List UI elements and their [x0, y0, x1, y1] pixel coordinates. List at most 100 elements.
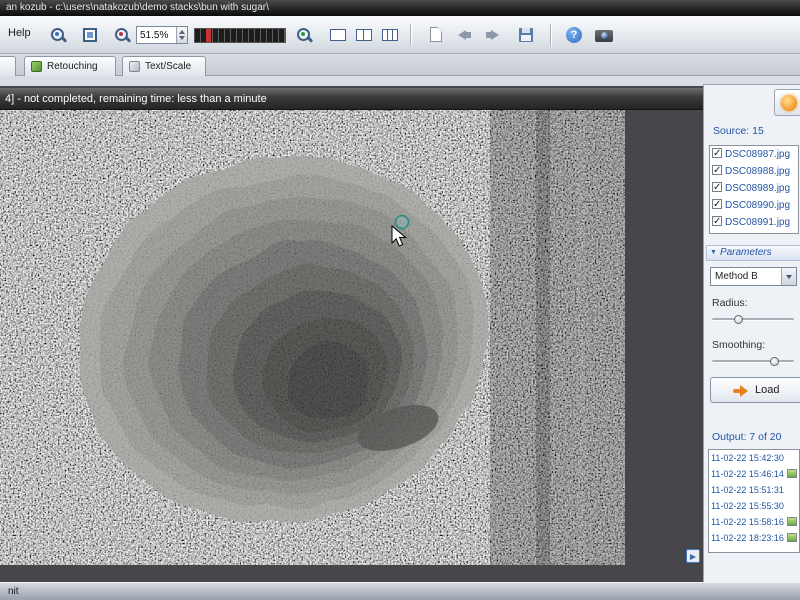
tab-text-scale[interactable]: Text/Scale: [122, 56, 206, 76]
method-value: Method B: [715, 271, 758, 282]
checkbox-checked-icon[interactable]: [712, 216, 722, 226]
output-thumbnail-icon: [787, 469, 797, 478]
save-icon: [519, 28, 533, 42]
smoothing-slider[interactable]: [712, 357, 794, 366]
view-split-2-icon: [356, 29, 372, 41]
source-file-name: DSC08989.jpg: [725, 183, 790, 194]
content-strip: [0, 76, 800, 86]
zoom-actual-size-button[interactable]: [46, 23, 70, 47]
smoothing-slider-knob[interactable]: [770, 357, 779, 366]
load-button[interactable]: Load: [710, 377, 800, 403]
source-file-row[interactable]: DSC08989.jpg: [710, 180, 798, 197]
tab-bar: Retouching Text/Scale: [0, 54, 800, 76]
chevron-down-icon[interactable]: [710, 246, 717, 260]
camera-icon: [595, 30, 613, 42]
slider-track: [712, 318, 794, 321]
output-timestamp: 11-02-22 15:42:30: [711, 453, 784, 463]
load-arrow-icon: [733, 385, 748, 397]
parameters-header[interactable]: Parameters: [706, 245, 800, 261]
source-file-row[interactable]: DSC08991.jpg: [710, 214, 798, 231]
menu-help[interactable]: Help: [8, 27, 31, 39]
slider-track: [712, 360, 794, 363]
zoom-in-button[interactable]: [292, 23, 316, 47]
checkbox-checked-icon[interactable]: [712, 148, 722, 158]
checkbox-checked-icon[interactable]: [712, 199, 722, 209]
output-list[interactable]: 11-02-22 15:42:30 11-02-22 15:46:14 11-0…: [708, 449, 800, 553]
source-file-name: DSC08990.jpg: [725, 200, 790, 211]
output-timestamp: 11-02-22 15:51:31: [711, 485, 784, 495]
output-row[interactable]: 11-02-22 15:51:31: [709, 482, 799, 498]
method-select[interactable]: Method B: [710, 267, 797, 286]
run-button[interactable]: [774, 89, 800, 116]
load-button-label: Load: [755, 384, 779, 396]
forward-button[interactable]: [480, 23, 504, 47]
output-row[interactable]: 11-02-22 15:58:16: [709, 514, 799, 530]
zoom-out-icon: [114, 27, 130, 43]
view-single-button[interactable]: [326, 23, 350, 47]
zoom-actual-size-icon: [50, 27, 66, 43]
tab-label: Retouching: [47, 61, 98, 72]
depth-map-image[interactable]: [0, 110, 625, 565]
status-text: nit: [8, 586, 19, 597]
text-scale-tab-icon: [129, 61, 140, 72]
progress-text: 4] - not completed, remaining time: less…: [5, 93, 267, 105]
back-button[interactable]: [452, 23, 476, 47]
new-file-button[interactable]: [424, 23, 448, 47]
radius-slider-knob[interactable]: [734, 315, 743, 324]
spinner-up-icon[interactable]: [179, 30, 185, 34]
title-bar[interactable]: an kozub - c:\users\natakozub\demo stack…: [0, 0, 800, 16]
view-split-2-button[interactable]: [352, 23, 376, 47]
view-single-icon: [330, 29, 346, 41]
fit-to-window-button[interactable]: [78, 23, 102, 47]
output-thumbnail-icon: [787, 517, 797, 526]
source-count-label: Source: 15: [713, 125, 764, 137]
status-bar: nit: [0, 582, 800, 600]
starburst-icon: [781, 95, 797, 111]
output-timestamp: 11-02-22 18:23:16: [711, 533, 784, 543]
source-file-row[interactable]: DSC08990.jpg: [710, 197, 798, 214]
tab-retouching[interactable]: Retouching: [24, 56, 116, 76]
workspace: 4] - not completed, remaining time: less…: [0, 76, 800, 582]
view-split-3-button[interactable]: [378, 23, 402, 47]
zoom-spinner[interactable]: [176, 27, 187, 43]
checkbox-checked-icon[interactable]: [712, 182, 722, 192]
checkbox-checked-icon[interactable]: [712, 165, 722, 175]
tab-label: Text/Scale: [145, 61, 191, 72]
radius-slider[interactable]: [712, 315, 794, 324]
source-file-row[interactable]: DSC08988.jpg: [710, 163, 798, 180]
output-timestamp: 11-02-22 15:55:30: [711, 501, 784, 511]
output-count-label: Output: 7 of 20: [712, 431, 781, 443]
zoom-slider-thumb[interactable]: [206, 29, 211, 42]
view-split-3-icon: [382, 29, 398, 41]
stack-preview[interactable]: [0, 110, 625, 565]
navigator-button[interactable]: [686, 549, 700, 563]
dropdown-arrow-icon[interactable]: [781, 268, 796, 285]
window-title: an kozub - c:\users\natakozub\demo stack…: [6, 2, 269, 13]
source-file-name: DSC08987.jpg: [725, 149, 790, 160]
help-icon: [566, 27, 582, 43]
save-button[interactable]: [514, 23, 538, 47]
output-row[interactable]: 11-02-22 15:46:14: [709, 466, 799, 482]
smoothing-label: Smoothing:: [712, 339, 765, 351]
output-row[interactable]: 11-02-22 18:23:16: [709, 530, 799, 546]
tab-partial[interactable]: [0, 56, 16, 76]
output-timestamp: 11-02-22 15:46:14: [711, 469, 784, 479]
output-thumbnail-icon: [787, 533, 797, 542]
source-file-row[interactable]: DSC08987.jpg: [710, 146, 798, 163]
help-button[interactable]: [562, 23, 586, 47]
zoom-in-icon: [296, 27, 312, 43]
screenshot-button[interactable]: [592, 23, 616, 47]
output-row[interactable]: 11-02-22 15:42:30: [709, 450, 799, 466]
zoom-slider[interactable]: [194, 28, 286, 43]
source-file-name: DSC08991.jpg: [725, 217, 790, 228]
forward-arrow-icon: [491, 30, 499, 40]
output-timestamp: 11-02-22 15:58:16: [711, 517, 784, 527]
toolbar-separator: [550, 24, 551, 46]
new-file-icon: [430, 27, 442, 42]
application-window: an kozub - c:\users\natakozub\demo stack…: [0, 0, 800, 600]
spinner-down-icon[interactable]: [179, 36, 185, 40]
zoom-out-button[interactable]: [110, 23, 134, 47]
output-row[interactable]: 11-02-22 15:55:30: [709, 498, 799, 514]
source-file-list[interactable]: DSC08987.jpg DSC08988.jpg DSC08989.jpg D…: [709, 145, 799, 234]
fit-to-window-icon: [83, 28, 97, 42]
